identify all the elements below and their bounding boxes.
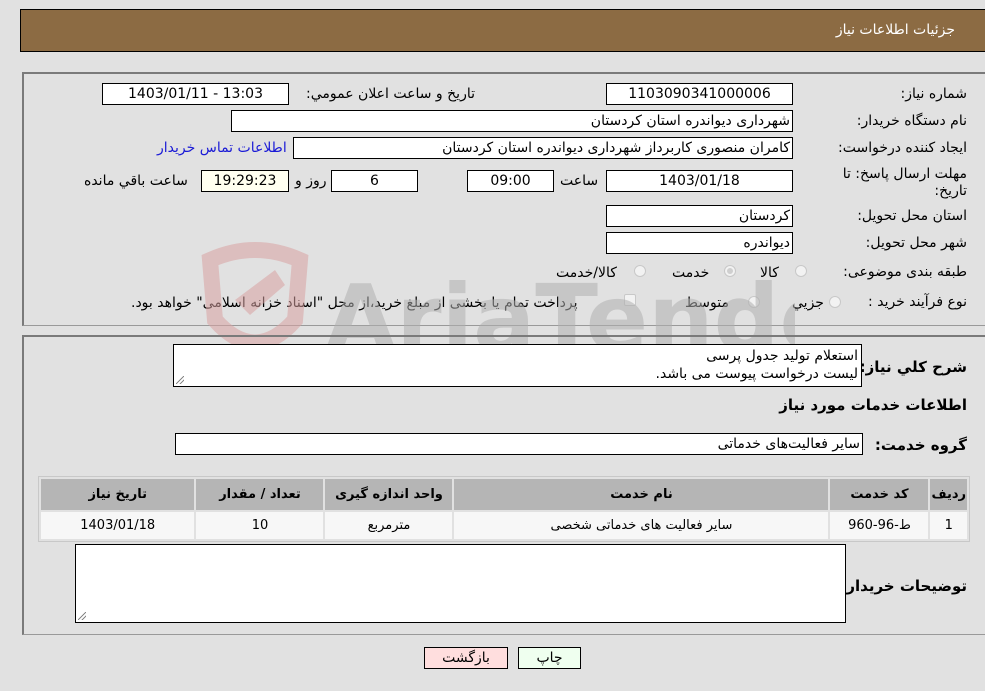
page-title: جزئیات اطلاعات نیاز — [835, 22, 955, 38]
need-number-field: 1103090341000006 — [606, 83, 793, 105]
delivery-city-label: شهر محل تحویل: — [865, 235, 967, 251]
deadline-days-field: 6 — [331, 170, 418, 192]
table-header-row: رديف كد خدمت نام خدمت واحد اندازه گيری ت… — [41, 479, 967, 510]
purchase-radio-minor[interactable] — [829, 296, 841, 308]
col-service-code: كد خدمت — [830, 479, 929, 510]
announce-datetime-field: 1403/01/11 - 13:03 — [102, 83, 289, 105]
services-heading: اطلاعات خدمات مورد نياز — [779, 396, 967, 414]
remaining-time-field: 19:29:23 — [201, 170, 289, 192]
print-button[interactable]: چاپ — [518, 647, 581, 669]
back-button[interactable]: بازگشت — [424, 647, 508, 669]
description-line-1: استعلام تولید جدول پرسی — [706, 348, 858, 364]
purchase-option-minor: جزيي — [792, 295, 824, 311]
service-group-label: گروه خدمت: — [874, 436, 967, 454]
requester-field: کامران منصوری کاربرداز شهرداری دیواندره … — [293, 137, 793, 159]
cell-service-name: سایر فعالیت های خدماتی شخصی — [454, 512, 829, 539]
resize-grip-icon[interactable] — [78, 612, 86, 620]
buyer-contact-link[interactable]: اطلاعات تماس خريدار — [157, 140, 287, 156]
description-textarea[interactable]: استعلام تولید جدول پرسی لیست درخواست پیو… — [173, 344, 862, 387]
deadline-label-2: تاریخ: — [934, 183, 967, 199]
purchase-type-label: نوع فرآیند خرید : — [868, 294, 967, 310]
deadline-date-field: 1403/01/18 — [606, 170, 793, 192]
buyer-notes-label: توضيحات خريدار: — [840, 577, 967, 595]
page-header: جزئیات اطلاعات نیاز — [20, 9, 985, 52]
cell-service-code: ط-96-960 — [830, 512, 929, 539]
buyer-org-label: نام دستگاه خريدار: — [856, 113, 967, 129]
cell-row-number: 1 — [930, 512, 967, 539]
days-label: روز و — [295, 173, 327, 189]
description-line-2: لیست درخواست پیوست می باشد. — [655, 366, 858, 382]
cell-quantity: 10 — [196, 512, 324, 539]
delivery-province-label: استان محل تحویل: — [857, 208, 967, 224]
col-quantity: تعداد / مقدار — [196, 479, 324, 510]
services-table: رديف كد خدمت نام خدمت واحد اندازه گيری ت… — [38, 476, 970, 542]
cell-unit: مترمربع — [325, 512, 453, 539]
category-option-service: خدمت — [672, 265, 710, 281]
cell-need-date: 1403/01/18 — [41, 512, 195, 539]
requester-label: ايجاد كننده درخواست: — [838, 140, 967, 156]
category-radio-goods[interactable] — [795, 265, 807, 277]
deadline-time-label: ساعت — [560, 173, 599, 189]
table-row: 1 ط-96-960 سایر فعالیت های خدماتی شخصی م… — [41, 512, 967, 539]
need-number-label: شماره نیاز: — [900, 86, 968, 102]
col-row-number: رديف — [930, 479, 967, 510]
treasury-checkbox[interactable] — [624, 294, 636, 306]
buyer-org-field: شهرداری دیواندره استان کردستان — [231, 110, 793, 132]
category-radio-goods-service[interactable] — [634, 265, 646, 277]
col-unit: واحد اندازه گيری — [325, 479, 453, 510]
category-label: طبقه بندی موضوعی: — [843, 264, 967, 280]
announce-datetime-label: تاریخ و ساعت اعلان عمومي: — [306, 86, 475, 102]
resize-grip-icon[interactable] — [176, 376, 184, 384]
service-group-field: سایر فعالیت‌های خدماتی — [175, 433, 863, 455]
col-service-name: نام خدمت — [454, 479, 829, 510]
col-need-date: تاريخ نياز — [41, 479, 195, 510]
deadline-time-field: 09:00 — [467, 170, 554, 192]
buyer-notes-textarea[interactable] — [75, 544, 846, 623]
remaining-label: ساعت باقي مانده — [84, 173, 188, 189]
purchase-radio-medium[interactable] — [748, 296, 760, 308]
category-option-goods-service: کالا/خدمت — [556, 265, 617, 281]
category-option-goods: کالا — [760, 265, 779, 281]
purchase-option-medium: متوسط — [685, 295, 729, 311]
deadline-label: مهلت ارسال پاسخ: تا — [842, 166, 967, 182]
category-radio-service[interactable] — [724, 265, 736, 277]
treasury-note: پرداخت تمام یا بخشی از مبلغ خرید،از محل … — [131, 295, 578, 311]
delivery-province-field: کردستان — [606, 205, 793, 227]
description-label: شرح کلي نياز: — [859, 358, 967, 376]
delivery-city-field: دیواندره — [606, 232, 793, 254]
